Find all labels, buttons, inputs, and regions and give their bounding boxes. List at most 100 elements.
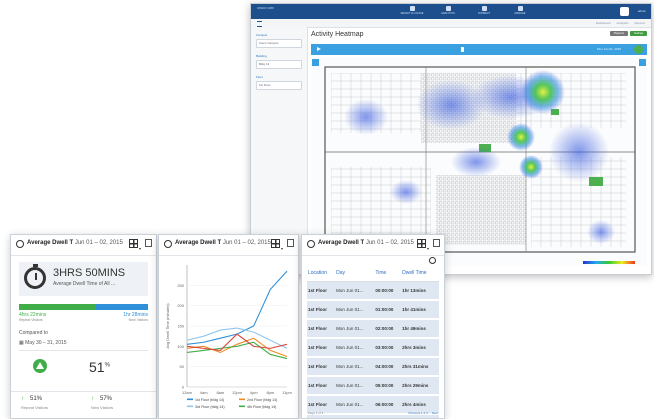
heat-legend — [583, 261, 635, 264]
filter-floor: Floor 1st Floor — [256, 75, 302, 90]
column-header[interactable]: Day — [335, 265, 375, 282]
y-tick-label: 150 — [177, 324, 184, 329]
card-date: Jun 01 – 02, 2015 — [222, 240, 271, 246]
table-cell: 2hrs 3mins — [401, 338, 439, 358]
repeat-change: ↑ 51% Repeat Visitors — [21, 396, 49, 410]
compared-date[interactable]: ▦ May 30 – 31, 2015 — [19, 340, 148, 351]
subnav-analytics[interactable]: Analytics — [616, 21, 628, 25]
playback-button[interactable]: Playback — [609, 31, 628, 36]
x-tick-label: 8pm — [266, 390, 274, 395]
change-summary: 51% — [19, 353, 148, 383]
table-row[interactable]: 1st Floor Mon Jun 01... 01:00:00 1hr 41mins — [307, 300, 439, 320]
new-visitor-segment — [96, 304, 148, 310]
clock-icon — [164, 240, 172, 248]
column-header[interactable]: Time — [374, 265, 402, 282]
change-breakdown: ↑ 51% Repeat Visitors ↑ 57% New Visitors — [11, 391, 156, 418]
avg-dwell-subtitle: Average Dwell Time of All ... — [53, 281, 116, 287]
view-buttons: Playback Settings — [609, 31, 647, 36]
table-cell: 1hr 41mins — [401, 300, 439, 320]
table-cell: 1st Floor — [307, 281, 336, 301]
card-header: Average Dwell T Jun 01 – 02, 2015 ▾ — [302, 235, 444, 256]
brand-logo[interactable]: CISCO CMX — [257, 6, 274, 10]
table-cell: 01:00:00 — [374, 300, 402, 320]
avatar[interactable] — [620, 7, 629, 16]
table-cell: Mon Jun 01... — [335, 281, 375, 301]
playback-bar: Mon Jun 01, 2015 — [311, 44, 647, 55]
table-cell: 06:00:00 — [374, 395, 402, 415]
floor-select[interactable]: 1st Floor — [256, 81, 302, 90]
table-cell: Mon Jun 01... — [335, 414, 375, 418]
series-line — [186, 270, 288, 345]
table-row[interactable]: 1st Floor Mon Jun 01... 03:00:00 2hrs 3mins — [307, 338, 439, 358]
building-select[interactable]: Bldg 14 — [256, 60, 302, 69]
legend-swatch — [187, 398, 193, 401]
widget-type-icon[interactable] — [417, 239, 426, 248]
y-tick-label: 50 — [180, 364, 185, 369]
x-tick-label: 12am — [182, 390, 193, 395]
x-tick-label: 11pm — [282, 390, 292, 395]
edit-icon[interactable] — [145, 239, 152, 247]
table-row[interactable]: 1st Floor Mon Jun 01... 05:00:00 2hrs 29min… — [307, 376, 439, 396]
filter-campus: Campus Cisco Campus — [256, 33, 302, 48]
change-percent: 51% — [89, 359, 110, 375]
campus-select[interactable]: Cisco Campus — [256, 39, 302, 48]
record-toggle[interactable] — [634, 45, 643, 54]
column-header[interactable]: Dwell Time — [401, 265, 439, 282]
clock-icon — [307, 240, 315, 248]
card-date: Jun 01 – 02, 2015 — [365, 240, 414, 246]
chevron-down-icon[interactable]: ▾ — [281, 246, 283, 251]
selected-date: Mon Jun 01, 2015 — [596, 47, 621, 51]
analytics-icon — [445, 6, 451, 11]
y-axis-label: Avg Dwell Time (minutes) — [165, 303, 170, 349]
widget-type-icon[interactable] — [271, 239, 280, 248]
chevron-down-icon[interactable]: ▾ — [139, 246, 141, 251]
username[interactable]: admin — [638, 9, 646, 13]
zoom-in-icon[interactable] — [312, 59, 319, 66]
timeline-playhead[interactable] — [461, 47, 464, 52]
nav-analytics[interactable]: ANALYTICS — [437, 6, 459, 17]
play-icon[interactable] — [317, 47, 321, 51]
table-cell: Mon Jun 01... — [335, 395, 375, 415]
arrow-up-icon: ↑ — [21, 396, 24, 402]
table-cell: 1hr 49mins — [401, 319, 439, 339]
x-tick-label: 4am — [200, 390, 208, 395]
chevron-down-icon[interactable]: ▾ — [427, 246, 429, 251]
y-tick-label: 0 — [182, 385, 185, 390]
pagination[interactable]: Previous 1 2 3 ... Next — [408, 411, 438, 415]
table-cell: 1st Floor — [307, 300, 336, 320]
table-row[interactable]: 1st Floor Mon Jun 01... 04:00:00 2hrs 31min… — [307, 357, 439, 377]
nav-manage[interactable]: MANAGE — [509, 6, 531, 17]
column-header[interactable]: Location — [307, 265, 336, 282]
subnav-dashboard[interactable]: Dashboard — [596, 21, 611, 25]
layers-icon[interactable] — [639, 59, 646, 66]
table-cell: 07:00:00 — [374, 414, 402, 418]
edit-icon[interactable] — [287, 239, 294, 247]
visitor-split-bar — [19, 304, 148, 310]
table-row[interactable]: 1st Floor Mon Jun 01... 00:00:00 1hr 13mins — [307, 281, 439, 301]
nav-detect-locate[interactable]: DETECT & LOCATE — [401, 6, 423, 17]
card-title: Average Dwell T Jun 01 – 02, 2015 — [175, 240, 271, 246]
table-cell: 1hr 13mins — [401, 281, 439, 301]
search-icon[interactable] — [429, 257, 436, 264]
card-header: Average Dwell T Jun 01 – 02, 2015 ▾ — [11, 235, 156, 256]
table-cell: Mon Jun 01... — [335, 376, 375, 396]
table-cell: 2hrs 31mins — [401, 357, 439, 377]
table-cell: 05:00:00 — [374, 376, 402, 396]
settings-button[interactable]: Settings — [629, 31, 647, 36]
dwell-line-chart-card: Average Dwell T Jun 01 – 02, 2015 ▾ 0 50 1… — [158, 234, 299, 419]
card-header: Average Dwell T Jun 01 – 02, 2015 ▾ — [159, 235, 298, 256]
nav-connect[interactable]: CONNECT — [473, 6, 495, 17]
subnav-reports[interactable]: Reports — [634, 21, 645, 25]
filter-building: Building Bldg 14 — [256, 54, 302, 69]
dwell-line-chart: 0 50 100 150 200 250 12am 4am 8am 12pm 4pm 8pm 11pm A… — [165, 265, 293, 409]
table-cell: 1st Floor — [307, 319, 336, 339]
table-row[interactable]: 1st Floor Mon Jun 01... 02:00:00 1hr 49mins — [307, 319, 439, 339]
legend-label: 1st Floor (bldg 14) — [195, 398, 224, 402]
edit-icon[interactable] — [433, 239, 440, 247]
dwell-table: Location Day Time Dwell Time 1st Floor Mo… — [307, 265, 439, 418]
avg-dwell-time: 3HRS 50MINS — [53, 267, 126, 279]
table-cell: 2hrs 29mins — [401, 376, 439, 396]
new-visitor-value: 1hr 28mins New Visitors — [123, 312, 148, 322]
table-cell: 02:00:00 — [374, 319, 402, 339]
widget-type-icon[interactable] — [129, 239, 138, 248]
